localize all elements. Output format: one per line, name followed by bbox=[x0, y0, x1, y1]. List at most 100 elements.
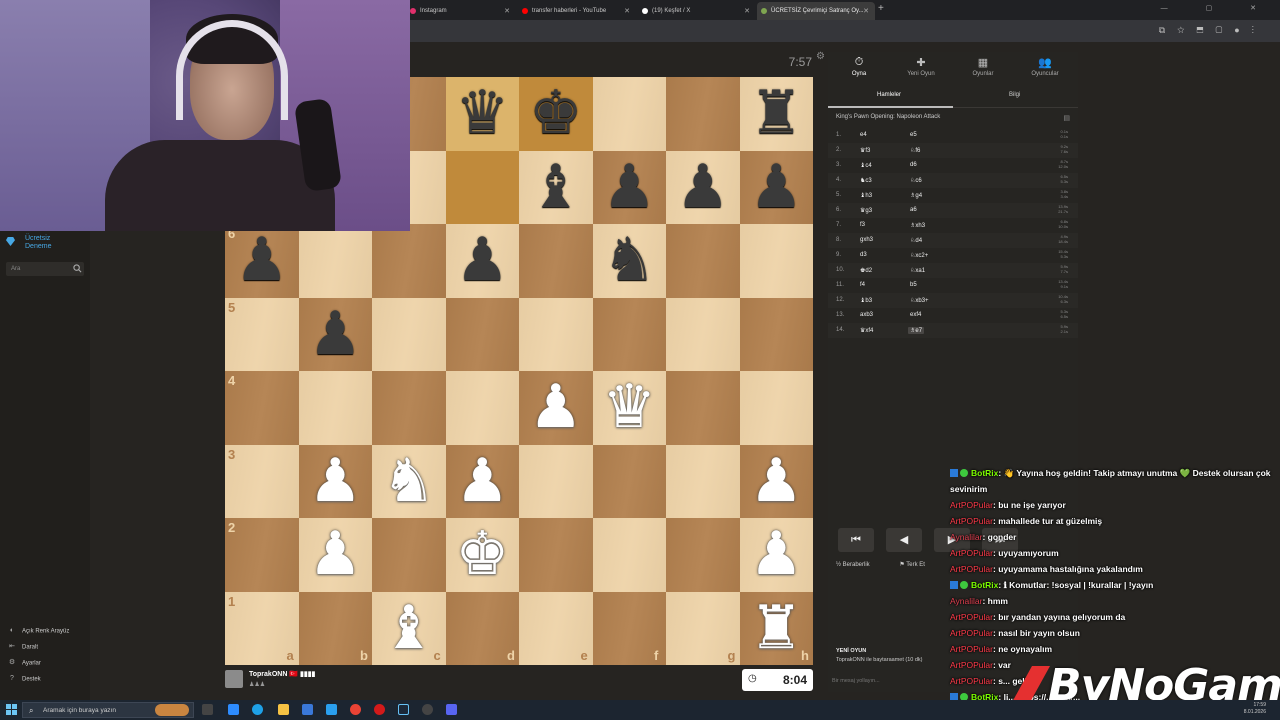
browser-toolbar-icons[interactable]: ⧉☆⬒▢●⋮ bbox=[1159, 25, 1266, 36]
close-tab-icon[interactable]: ✕ bbox=[624, 7, 630, 15]
draw-button[interactable]: ½ Beraberlik bbox=[836, 562, 884, 568]
white-move[interactable]: ♚d2 bbox=[860, 267, 872, 274]
white-pawn-b2[interactable]: ♟ bbox=[299, 518, 373, 592]
free-trial-link[interactable]: Ücretsiz Deneme bbox=[6, 235, 51, 251]
black-pawn-h7[interactable]: ♟ bbox=[740, 151, 814, 225]
white-queen-f4[interactable]: ♛ bbox=[593, 371, 667, 445]
black-move[interactable]: ♗g4 bbox=[910, 192, 922, 199]
white-move[interactable]: e4 bbox=[860, 132, 867, 138]
store-icon[interactable] bbox=[302, 704, 313, 715]
square-c4[interactable] bbox=[372, 371, 446, 445]
square-c5[interactable] bbox=[372, 297, 446, 371]
previous-move-button[interactable]: ◀ bbox=[886, 528, 922, 552]
close-tab-icon[interactable]: ✕ bbox=[744, 7, 750, 15]
white-move[interactable]: ♛xf4 bbox=[860, 327, 873, 334]
white-move[interactable]: f3 bbox=[860, 222, 865, 228]
game-chat-input[interactable]: Bir mesaj yollayın... bbox=[832, 678, 880, 684]
black-pawn-a6[interactable]: ♟ bbox=[225, 224, 299, 298]
square-a2[interactable] bbox=[225, 518, 299, 592]
white-pawn-d3[interactable]: ♟ bbox=[446, 445, 520, 519]
black-bishop-e7[interactable]: ♝ bbox=[519, 151, 593, 225]
avatar[interactable] bbox=[225, 670, 243, 688]
square-g6[interactable] bbox=[666, 224, 740, 298]
app-icon[interactable] bbox=[228, 704, 239, 715]
white-pawn-e4[interactable]: ♟ bbox=[519, 371, 593, 445]
square-f3[interactable] bbox=[592, 444, 666, 518]
browser-tab-x[interactable]: (19) Keşfet / X ✕ bbox=[638, 2, 756, 20]
black-rook-h8[interactable]: ♜ bbox=[740, 77, 814, 151]
square-a5[interactable] bbox=[225, 297, 299, 371]
browser-tab-instagram[interactable]: Instagram ✕ bbox=[406, 2, 516, 20]
square-d4[interactable] bbox=[445, 371, 519, 445]
board-settings-gear-icon[interactable]: ⚙ bbox=[816, 51, 825, 62]
black-move[interactable]: a6 bbox=[910, 207, 917, 213]
white-move[interactable]: ♝b3 bbox=[860, 297, 872, 304]
new-game-text[interactable]: ToprakONN ile baytaraamet (10 dk) bbox=[836, 657, 923, 663]
white-move[interactable]: ♝h3 bbox=[860, 192, 872, 199]
system-tray-clock[interactable]: 17:59 8.01.2026 bbox=[1244, 702, 1266, 716]
search-icon[interactable] bbox=[73, 264, 82, 273]
task-view-icon[interactable] bbox=[202, 704, 213, 715]
square-e5[interactable] bbox=[519, 297, 593, 371]
black-move[interactable]: ♘c6 bbox=[910, 177, 922, 184]
tab-new-game[interactable]: ✚ Yeni Oyun bbox=[890, 52, 952, 82]
square-f8[interactable] bbox=[592, 77, 666, 151]
square-f5[interactable] bbox=[592, 297, 666, 371]
white-king-d2[interactable]: ♚ bbox=[446, 518, 520, 592]
new-tab-button[interactable]: + bbox=[878, 3, 884, 14]
square-e2[interactable] bbox=[519, 518, 593, 592]
square-g2[interactable] bbox=[666, 518, 740, 592]
square-a4[interactable] bbox=[225, 371, 299, 445]
search-input[interactable]: Ara bbox=[6, 262, 84, 276]
black-move[interactable]: ♘xc2+ bbox=[910, 252, 928, 259]
square-g3[interactable] bbox=[666, 444, 740, 518]
window-controls[interactable]: — ▢ ✕ bbox=[1161, 4, 1274, 12]
square-g4[interactable] bbox=[666, 371, 740, 445]
white-knight-c3[interactable]: ♞ bbox=[372, 445, 446, 519]
square-h5[interactable] bbox=[739, 297, 813, 371]
taskbar-search[interactable]: ⌕ Aramak için buraya yazın bbox=[22, 702, 194, 718]
book-icon[interactable]: ▤ bbox=[1063, 114, 1070, 122]
resign-button[interactable]: ⚑ Terk Et bbox=[899, 562, 939, 568]
square-c2[interactable] bbox=[372, 518, 446, 592]
white-pawn-h2[interactable]: ♟ bbox=[740, 518, 814, 592]
black-move[interactable]: exf4 bbox=[910, 312, 921, 318]
chrome-icon[interactable] bbox=[350, 704, 361, 715]
square-b4[interactable] bbox=[298, 371, 372, 445]
sidebar-item-light-theme[interactable]: ◐ Açık Renk Arayüz bbox=[8, 627, 69, 635]
square-f2[interactable] bbox=[592, 518, 666, 592]
square-g8[interactable] bbox=[666, 77, 740, 151]
black-move[interactable]: ♘d4 bbox=[910, 237, 922, 244]
white-move[interactable]: gxh3 bbox=[860, 237, 873, 243]
square-c6[interactable] bbox=[372, 224, 446, 298]
white-move[interactable]: axb3 bbox=[860, 312, 873, 318]
white-move[interactable]: ♝c4 bbox=[860, 162, 872, 169]
white-move[interactable]: ♛f3 bbox=[860, 147, 870, 154]
subtab-moves[interactable]: Hamleler bbox=[877, 92, 901, 98]
file-explorer-icon[interactable] bbox=[278, 704, 289, 715]
square-d7[interactable] bbox=[445, 150, 519, 224]
square-e6[interactable] bbox=[519, 224, 593, 298]
black-move[interactable]: ♘xa1 bbox=[910, 267, 925, 274]
black-move[interactable]: ♘f6 bbox=[910, 147, 920, 154]
sidebar-item-settings[interactable]: ⚙ Ayarlar bbox=[8, 659, 41, 667]
black-pawn-d6[interactable]: ♟ bbox=[446, 224, 520, 298]
white-pawn-h3[interactable]: ♟ bbox=[740, 445, 814, 519]
sidebar-item-collapse[interactable]: ⇤ Daralt bbox=[8, 643, 38, 651]
square-b6[interactable] bbox=[298, 224, 372, 298]
white-pawn-b3[interactable]: ♟ bbox=[299, 445, 373, 519]
square-g5[interactable] bbox=[666, 297, 740, 371]
black-king-e8[interactable]: ♚ bbox=[519, 77, 593, 151]
discord-icon[interactable] bbox=[446, 704, 457, 715]
opera-icon[interactable] bbox=[374, 704, 385, 715]
white-move[interactable]: f4 bbox=[860, 282, 865, 288]
square-a3[interactable] bbox=[225, 444, 299, 518]
black-move[interactable]: ♗e7 bbox=[908, 327, 925, 334]
black-move[interactable]: d6 bbox=[910, 162, 917, 168]
black-move[interactable]: ♘xb3+ bbox=[910, 297, 929, 304]
browser-tab-youtube[interactable]: transfer haberleri - YouTube ✕ bbox=[518, 2, 636, 20]
black-move[interactable]: b5 bbox=[910, 282, 917, 288]
black-pawn-g7[interactable]: ♟ bbox=[666, 151, 740, 225]
black-knight-f6[interactable]: ♞ bbox=[593, 224, 667, 298]
square-d5[interactable] bbox=[445, 297, 519, 371]
